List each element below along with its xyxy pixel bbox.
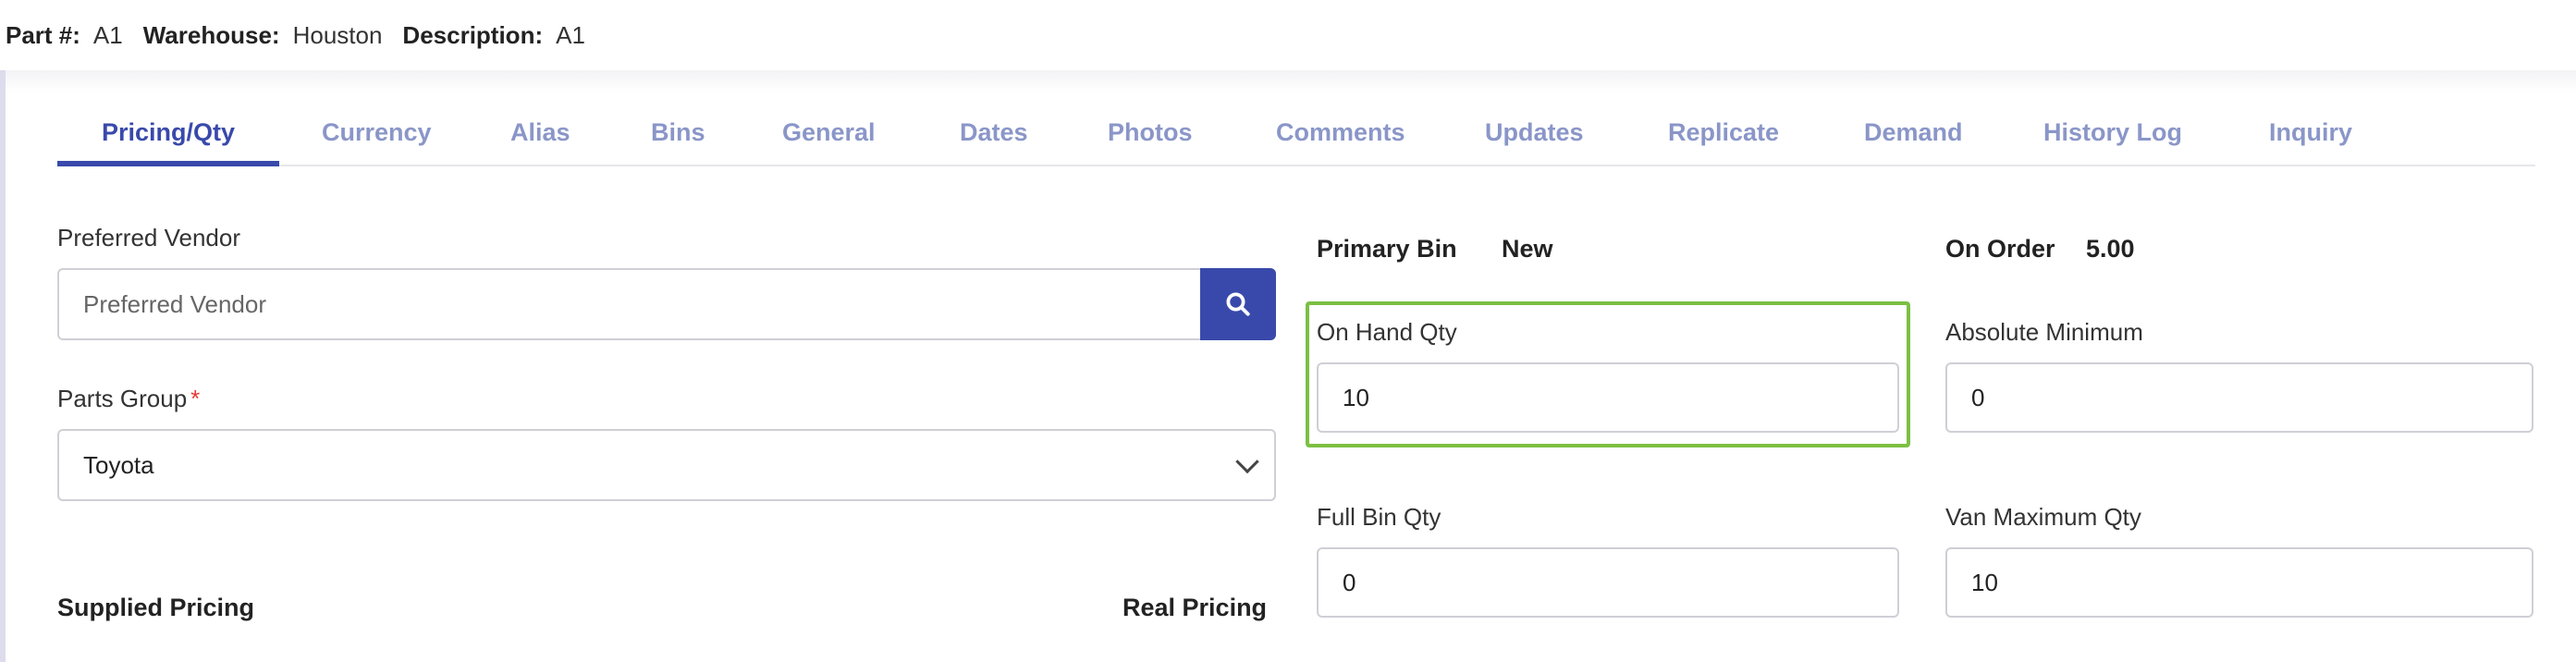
van-maximum-qty-input[interactable]: 10 [1945,547,2533,618]
chevron-down-icon [1235,449,1259,474]
absolute-minimum-label: Absolute Minimum [1945,318,2143,346]
tab-demand[interactable]: Demand [1864,105,1963,166]
tab-history-log[interactable]: History Log [2043,105,2182,166]
primary-bin-value: New [1502,235,1553,263]
tab-inquiry[interactable]: Inquiry [2269,105,2352,166]
real-pricing-heading: Real Pricing [1122,594,1268,621]
primary-bin-label: Primary Bin [1317,235,1457,263]
description-value: A1 [556,20,585,49]
parts-group-label: Parts Group * [57,385,200,413]
tab-replicate[interactable]: Replicate [1668,105,1779,166]
tab-updates[interactable]: Updates [1485,105,1584,166]
warehouse-label: Warehouse: [142,20,280,49]
parts-group-label-text: Parts Group [57,385,188,412]
van-maximum-qty-label: Van Maximum Qty [1945,503,2141,531]
absolute-minimum-input[interactable]: 0 [1945,362,2533,433]
parts-group-value: Toyota [83,450,154,479]
on-order-value: 5.00 [2086,235,2135,263]
full-bin-qty-input[interactable]: 0 [1317,547,1899,618]
on-hand-qty-input[interactable]: 10 [1317,362,1899,433]
required-marker: * [190,385,201,412]
panel-shade [6,70,2576,92]
full-bin-qty-label: Full Bin Qty [1317,503,1441,531]
part-number-value: A1 [92,20,123,49]
vendor-search-button[interactable] [1200,268,1276,340]
tab-photos[interactable]: Photos [1108,105,1193,166]
part-info-header: Part #: A1 Warehouse: Houston Descriptio… [0,0,2576,70]
preferred-vendor-label: Preferred Vendor [57,224,241,251]
part-detail-panel: Pricing/Qty Currency Alias Bins General … [0,70,2576,662]
tab-bins[interactable]: Bins [651,105,705,166]
parts-group-select[interactable]: Toyota [57,429,1276,501]
tab-general[interactable]: General [782,105,876,166]
tab-alias[interactable]: Alias [510,105,570,166]
tab-bar: Pricing/Qty Currency Alias Bins General … [57,105,2535,166]
description-label: Description: [402,20,544,49]
tab-comments[interactable]: Comments [1276,105,1405,166]
part-number-label: Part #: [6,20,80,49]
tab-currency[interactable]: Currency [322,105,432,166]
tab-dates[interactable]: Dates [960,105,1028,166]
search-icon [1226,292,1250,316]
preferred-vendor-input[interactable]: Preferred Vendor [57,268,1208,340]
tab-pricing-qty[interactable]: Pricing/Qty [57,105,279,166]
on-hand-qty-label: On Hand Qty [1317,318,1457,346]
supplied-pricing-heading: Supplied Pricing [57,594,255,621]
warehouse-value: Houston [292,20,383,49]
on-order-label: On Order [1945,235,2055,263]
